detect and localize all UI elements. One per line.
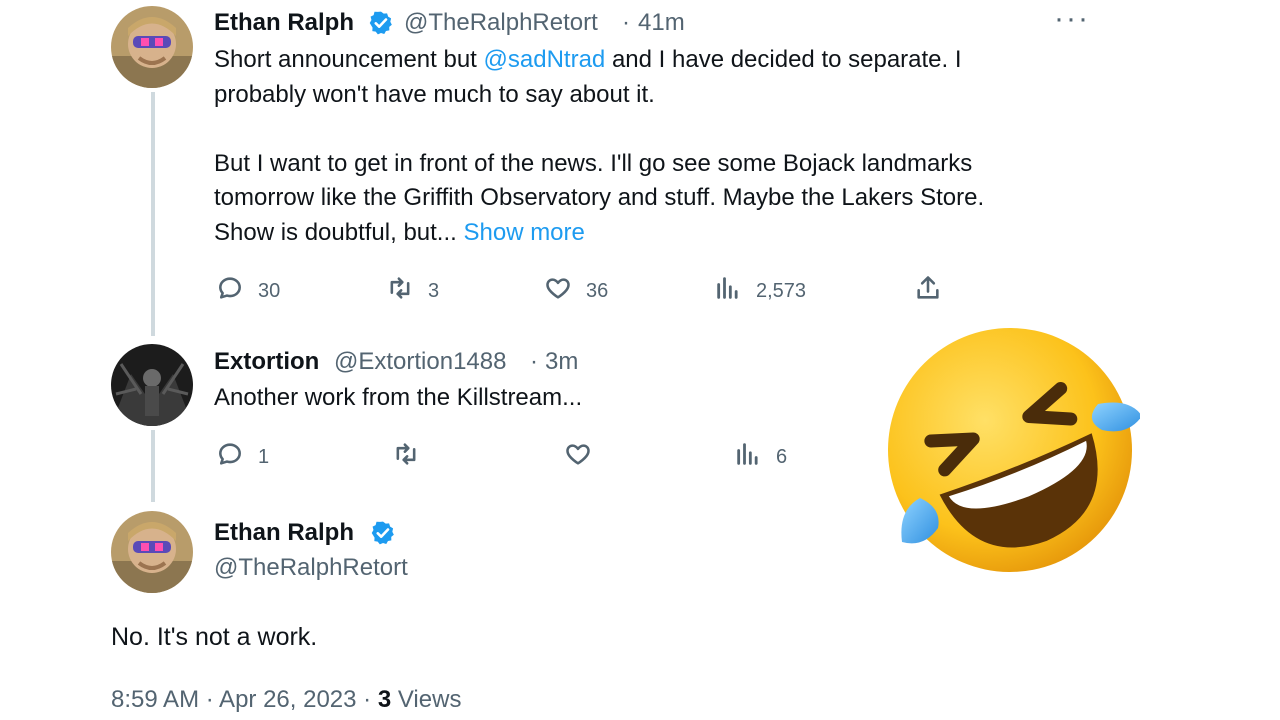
tweet-text: Another work from the Killstream...: [214, 384, 583, 411]
tweet-time[interactable]: 41m: [638, 9, 685, 37]
retweet-button[interactable]: 3: [386, 274, 439, 308]
retweet-count: 3: [428, 279, 440, 302]
verified-badge-icon: [368, 10, 394, 36]
views-button[interactable]: 6: [734, 440, 787, 474]
views-count: 6: [776, 445, 788, 468]
verified-badge-icon: [370, 520, 396, 546]
author-handle[interactable]: @TheRalphRetort: [404, 9, 598, 37]
avatar[interactable]: [111, 344, 193, 426]
views-count: 3: [377, 686, 392, 713]
views-icon: [734, 440, 762, 474]
retweet-button[interactable]: [392, 440, 420, 474]
like-icon: [564, 440, 592, 474]
like-count: 36: [586, 279, 609, 302]
avatar[interactable]: [111, 6, 193, 88]
tweet-time[interactable]: 3m: [545, 348, 578, 376]
author-handle[interactable]: @TheRalphRetort: [214, 554, 408, 582]
tweet-timestamp-row: 8:59 AM · Apr 26, 2023 · 3 Views: [111, 686, 461, 714]
mention-link[interactable]: @sadNtrad: [484, 46, 606, 73]
more-icon[interactable]: ···: [1054, 2, 1090, 36]
tweet-text: Short announcement but @sadNtrad and I h…: [214, 43, 1114, 250]
views-label: Views: [391, 686, 462, 713]
reply-icon: [216, 274, 244, 308]
reply-button[interactable]: 1: [216, 440, 269, 474]
author-name[interactable]: Extortion: [214, 348, 319, 376]
share-icon: [914, 274, 942, 308]
retweet-icon: [392, 440, 420, 474]
like-button[interactable]: 36: [544, 274, 608, 308]
tweet-text-part2: and I have decided to separate. I probab…: [214, 46, 985, 246]
thread-line-1: [151, 92, 155, 336]
show-more-link[interactable]: Show more: [463, 219, 584, 246]
views-icon: [714, 274, 742, 308]
reply-icon: [216, 440, 244, 474]
reply-count: 1: [258, 445, 270, 468]
focused-tweet-text: No. It's not a work.: [111, 623, 318, 651]
like-icon: [544, 274, 572, 308]
reply-button[interactable]: 30: [216, 274, 280, 308]
views-button[interactable]: 2,573: [714, 274, 806, 308]
like-button[interactable]: [564, 440, 592, 474]
rolling-on-floor-laughing-emoji: [880, 320, 1142, 580]
tweet-timestamp[interactable]: 8:59 AM · Apr 26, 2023 ·: [111, 686, 378, 713]
thread-line-2: [151, 430, 155, 502]
author-name[interactable]: Ethan Ralph: [214, 9, 354, 37]
author-handle[interactable]: @Extortion1488: [334, 348, 506, 376]
avatar[interactable]: [111, 511, 193, 593]
views-count: 2,573: [756, 279, 807, 302]
dot-separator: ·: [622, 9, 630, 36]
share-button[interactable]: [914, 274, 942, 308]
dot-separator: ·: [530, 348, 538, 375]
tweet-text-part1: Short announcement but: [214, 46, 484, 73]
author-name[interactable]: Ethan Ralph: [214, 519, 354, 547]
retweet-icon: [386, 274, 414, 308]
reply-count: 30: [258, 279, 281, 302]
